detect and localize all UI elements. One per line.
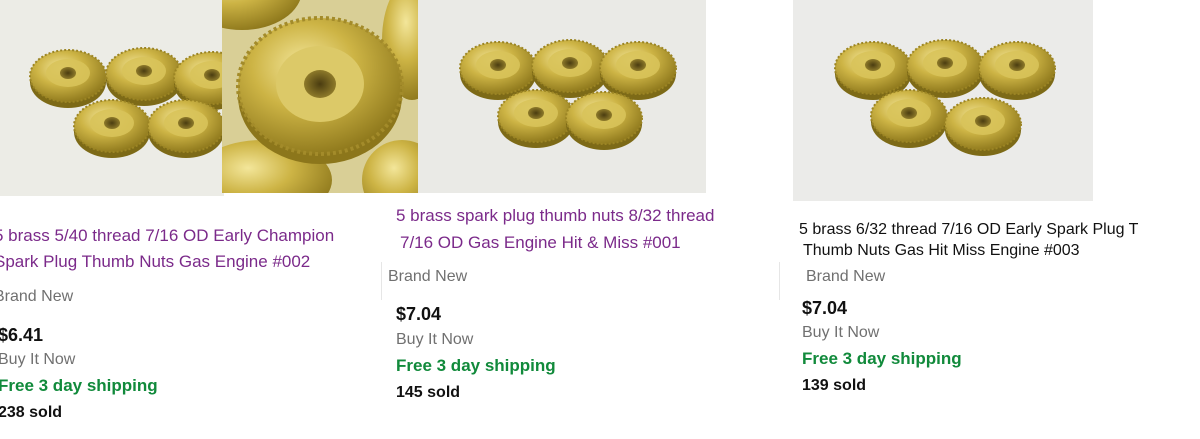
- listing-2-title[interactable]: 5 brass spark plug thumb nuts 8/32 threa…: [396, 204, 714, 255]
- listing-2-sold-count: 145 sold: [396, 384, 461, 401]
- listing-1-title-line1[interactable]: 5 brass 5/40 thread 7/16 OD Early Champi…: [0, 224, 334, 248]
- listing-3-shipping: Free 3 day shipping: [802, 349, 962, 368]
- listing-3-price: $7.04: [802, 298, 848, 318]
- listing-2-title-line2[interactable]: 7/16 OD Gas Engine Hit & Miss #001: [400, 231, 714, 255]
- zoomed-product-image: [222, 0, 418, 193]
- listing-2-shipping: Free 3 day shipping: [396, 356, 556, 375]
- listing-3-title[interactable]: 5 brass 6/32 thread 7/16 OD Early Spark …: [799, 219, 1138, 261]
- listing-3-image[interactable]: [793, 0, 1093, 201]
- listing-1-image[interactable]: [0, 0, 224, 196]
- divider: [779, 262, 780, 300]
- listing-3-format: Buy It Now: [802, 324, 880, 341]
- listing-2-format: Buy It Now: [396, 331, 474, 348]
- listing-1-title-line2[interactable]: Spark Plug Thumb Nuts Gas Engine #002: [0, 250, 334, 274]
- listing-2-title-line1[interactable]: 5 brass spark plug thumb nuts 8/32 threa…: [396, 204, 714, 228]
- listing-3-condition: Brand New: [806, 268, 886, 285]
- divider: [381, 262, 382, 300]
- listing-1-condition: Brand New: [0, 288, 74, 305]
- listing-1-sold-count: 238 sold: [0, 404, 63, 421]
- listing-3-sold-count: 139 sold: [802, 377, 867, 394]
- listing-1-shipping: Free 3 day shipping: [0, 376, 158, 395]
- listing-2-price: $7.04: [396, 304, 442, 324]
- listing-1-format: Buy It Now: [0, 351, 76, 368]
- listing-3-title-line2[interactable]: Thumb Nuts Gas Hit Miss Engine #003: [803, 240, 1138, 261]
- listing-1-price: $6.41: [0, 325, 44, 345]
- listing-3-title-line1[interactable]: 5 brass 6/32 thread 7/16 OD Early Spark …: [799, 219, 1138, 240]
- listing-2-condition: Brand New: [388, 268, 468, 285]
- listing-1-title[interactable]: 5 brass 5/40 thread 7/16 OD Early Champi…: [0, 224, 334, 274]
- listing-2-image[interactable]: [418, 0, 706, 193]
